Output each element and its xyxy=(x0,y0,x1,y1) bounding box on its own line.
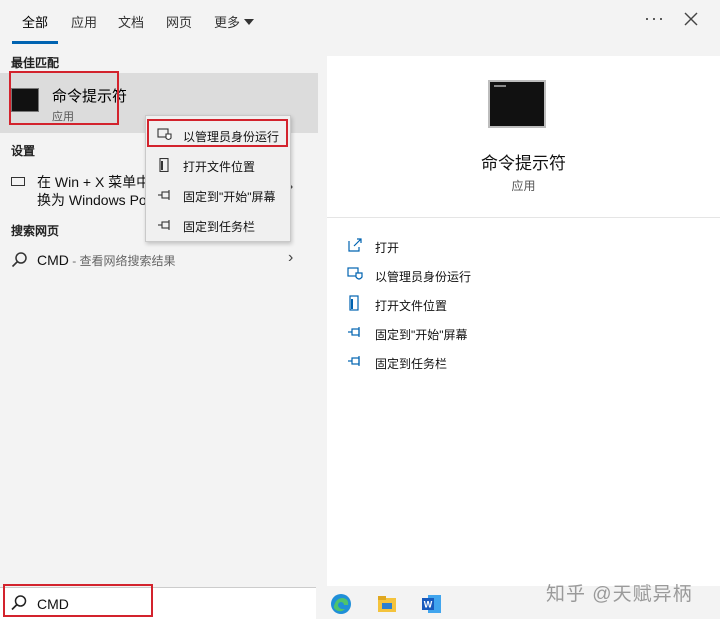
pin-icon xyxy=(348,356,360,366)
action-open[interactable]: 打开 xyxy=(347,236,707,258)
action-open-file-location[interactable]: 打开文件位置 xyxy=(347,294,707,316)
tab-web[interactable]: 网页 xyxy=(166,12,192,31)
pin-icon xyxy=(158,190,170,200)
highlight-box-best-match xyxy=(9,71,119,125)
best-match-heading: 最佳匹配 xyxy=(11,56,60,70)
highlight-box-run-as-admin xyxy=(147,119,288,147)
web-search-heading: 搜索网页 xyxy=(11,224,60,238)
tab-more[interactable]: 更多 xyxy=(214,12,255,31)
web-chevron-right-icon[interactable]: › xyxy=(288,249,293,267)
pin-icon xyxy=(348,327,360,337)
ctx-pin-to-start[interactable]: 固定到"开始"屏幕 xyxy=(146,180,292,210)
active-tab-indicator xyxy=(12,41,58,44)
ctx-label: 打开文件位置 xyxy=(183,160,256,174)
preview-title: 命令提示符 xyxy=(481,154,566,173)
close-icon[interactable] xyxy=(680,8,702,30)
settings-item-line1[interactable]: 在 Win + X 菜单中 xyxy=(37,172,150,192)
more-options-icon[interactable]: ··· xyxy=(644,8,665,29)
action-pin-to-taskbar[interactable]: 固定到任务栏 xyxy=(347,352,707,374)
action-label: 以管理员身份运行 xyxy=(375,270,472,284)
action-run-as-admin[interactable]: 以管理员身份运行 xyxy=(347,265,707,287)
settings-item-line2[interactable]: 换为 Windows Po xyxy=(37,190,147,210)
ctx-open-file-location[interactable]: 打开文件位置 xyxy=(146,150,292,180)
highlight-box-search xyxy=(3,584,153,617)
action-label: 打开 xyxy=(375,241,400,255)
tab-apps[interactable]: 应用 xyxy=(71,12,97,31)
search-scope-tabs: 全部 应用 文档 网页 更多 ··· xyxy=(0,0,720,45)
edge-icon[interactable] xyxy=(330,593,352,615)
preview-subtitle: 应用 xyxy=(511,179,536,193)
word-icon[interactable]: W xyxy=(421,593,443,615)
preview-divider xyxy=(327,217,720,218)
settings-monitor-icon xyxy=(11,177,25,186)
file-explorer-icon[interactable] xyxy=(376,593,398,615)
watermark-text: 知乎 @天赋异柄 xyxy=(546,584,693,605)
file-location-icon xyxy=(159,158,169,172)
action-label: 打开文件位置 xyxy=(375,299,448,313)
web-search-suffix: - 查看网络搜索结果 xyxy=(68,254,176,268)
svg-text:W: W xyxy=(424,600,433,610)
ctx-pin-to-taskbar[interactable]: 固定到任务栏 xyxy=(146,210,292,240)
preview-pane: 命令提示符 应用 打开 以管理员身份运行 打开文件位置 固定到"开始"屏幕 固定… xyxy=(327,56,720,586)
pin-icon xyxy=(158,220,170,230)
web-search-item[interactable]: CMD - 查看网络搜索结果 xyxy=(37,252,176,269)
open-icon xyxy=(348,238,362,252)
action-pin-to-start[interactable]: 固定到"开始"屏幕 xyxy=(347,323,707,345)
tab-all[interactable]: 全部 xyxy=(22,12,48,31)
command-prompt-large-icon xyxy=(488,80,546,128)
action-label: 固定到任务栏 xyxy=(375,357,448,371)
shield-run-icon xyxy=(347,267,363,280)
web-search-term: CMD xyxy=(37,252,69,268)
tab-more-label: 更多 xyxy=(214,15,241,30)
search-icon xyxy=(11,252,27,268)
chevron-down-icon xyxy=(244,19,255,25)
action-label: 固定到"开始"屏幕 xyxy=(375,328,468,342)
file-location-icon xyxy=(349,295,359,311)
tab-documents[interactable]: 文档 xyxy=(118,12,144,31)
ctx-label: 固定到任务栏 xyxy=(183,220,256,234)
ctx-label: 固定到"开始"屏幕 xyxy=(183,190,276,204)
settings-heading: 设置 xyxy=(11,144,36,158)
